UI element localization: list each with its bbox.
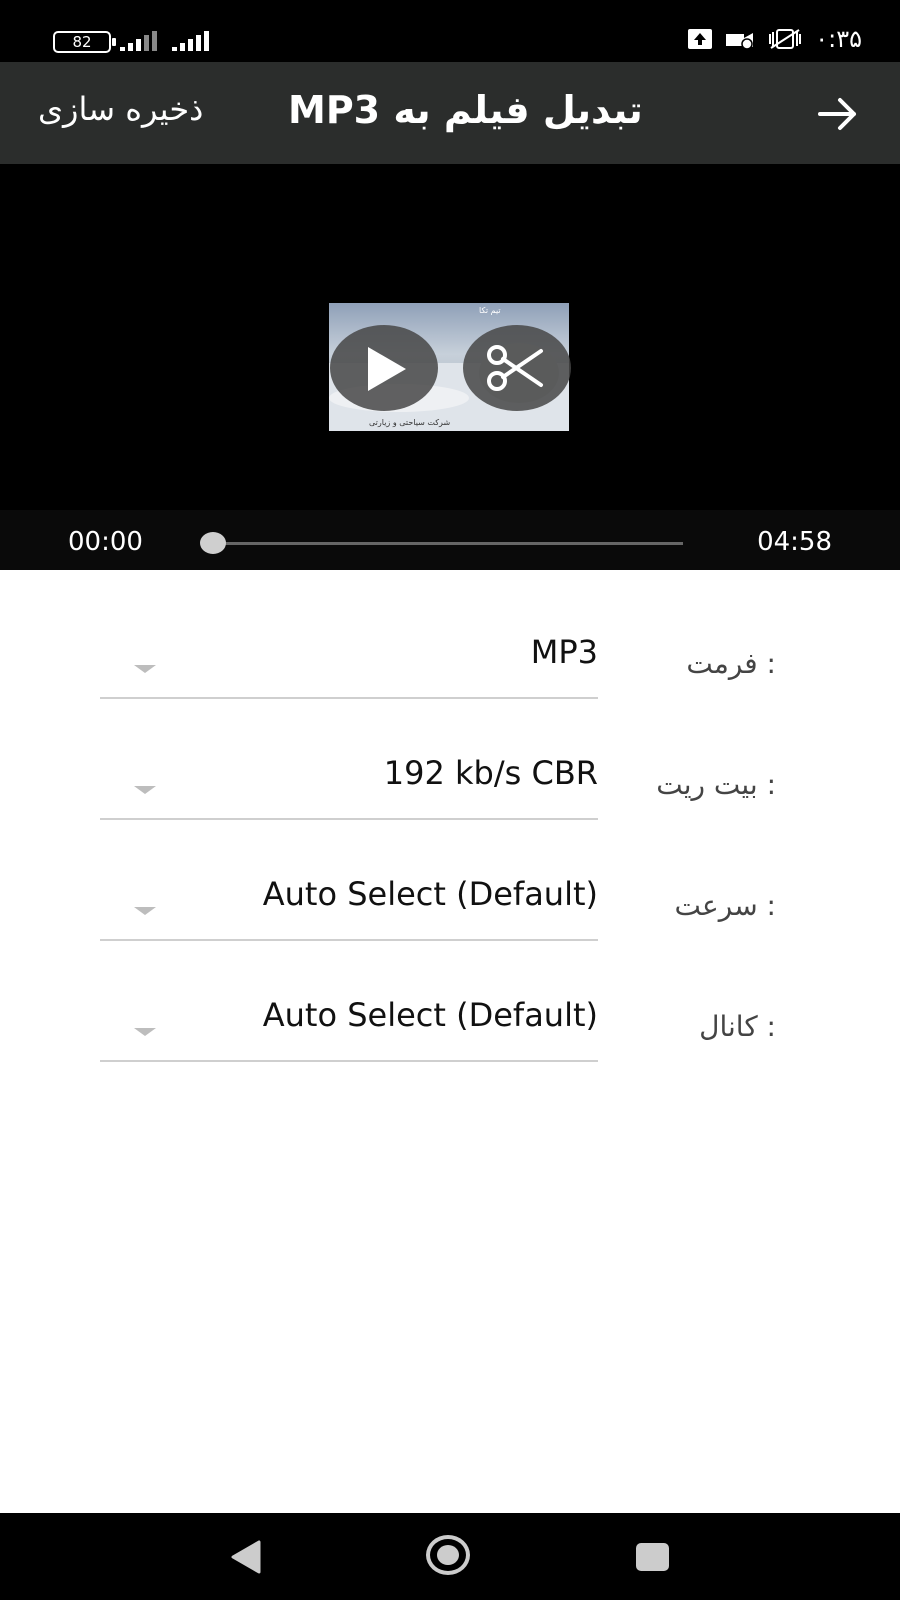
battery-icon: 82	[53, 31, 116, 53]
speed-dropdown[interactable]: Auto Select (Default)	[100, 861, 598, 941]
save-button[interactable]: ذخیره سازی	[38, 90, 203, 128]
current-time: 00:00	[68, 527, 143, 557]
status-time: ۰:۳۵	[815, 25, 862, 53]
format-row: : فرمت MP3	[0, 619, 900, 719]
chevron-down-icon	[134, 786, 156, 794]
app-toolbar: ذخیره سازی تبدیل فیلم به MP3	[0, 62, 900, 164]
vibrate-icon	[769, 29, 802, 49]
format-value: MP3	[530, 633, 598, 671]
play-icon	[368, 347, 406, 391]
upload-icon	[688, 29, 713, 49]
nav-back-icon[interactable]	[229, 1540, 263, 1574]
channel-label: : کانال	[699, 1010, 776, 1043]
seek-handle[interactable]	[200, 532, 226, 554]
duration-time: 04:58	[757, 527, 832, 557]
signal-strength-icon	[120, 29, 160, 51]
status-bar: 82 ۰:۳۵	[0, 0, 900, 62]
nav-home-icon[interactable]	[426, 1535, 470, 1575]
nav-recent-apps-icon[interactable]	[636, 1543, 669, 1571]
speed-value: Auto Select (Default)	[262, 875, 598, 913]
svg-text:تیم تکا: تیم تکا	[479, 306, 501, 315]
seek-bar-row: 00:00 04:58	[0, 510, 900, 570]
bitrate-value: 192 kb/s CBR	[383, 754, 598, 792]
channel-row: : کانال Auto Select (Default)	[0, 982, 900, 1082]
format-dropdown[interactable]: MP3	[100, 619, 598, 699]
chevron-down-icon	[134, 907, 156, 915]
chevron-down-icon	[134, 665, 156, 673]
seek-track[interactable]	[213, 542, 683, 545]
video-camera-icon	[726, 33, 754, 50]
format-label: : فرمت	[686, 647, 776, 680]
channel-dropdown[interactable]: Auto Select (Default)	[100, 982, 598, 1062]
chevron-down-icon	[134, 1028, 156, 1036]
channel-value: Auto Select (Default)	[262, 996, 598, 1034]
signal-strength-icon-2	[172, 29, 212, 51]
system-nav-bar	[0, 1513, 900, 1600]
trim-button[interactable]	[463, 325, 571, 411]
page-title: تبدیل فیلم به MP3	[288, 88, 643, 132]
speed-row: : سرعت Auto Select (Default)	[0, 861, 900, 961]
back-arrow-icon[interactable]	[816, 94, 860, 134]
bitrate-row: : بیت ریت 192 kb/s CBR	[0, 740, 900, 840]
speed-label: : سرعت	[674, 889, 776, 922]
bitrate-dropdown[interactable]: 192 kb/s CBR	[100, 740, 598, 820]
scissors-icon	[487, 345, 543, 391]
svg-text:شرکت سیاحتی و زیارتی: شرکت سیاحتی و زیارتی	[369, 418, 450, 427]
play-button[interactable]	[330, 325, 438, 411]
bitrate-label: : بیت ریت	[656, 768, 776, 801]
